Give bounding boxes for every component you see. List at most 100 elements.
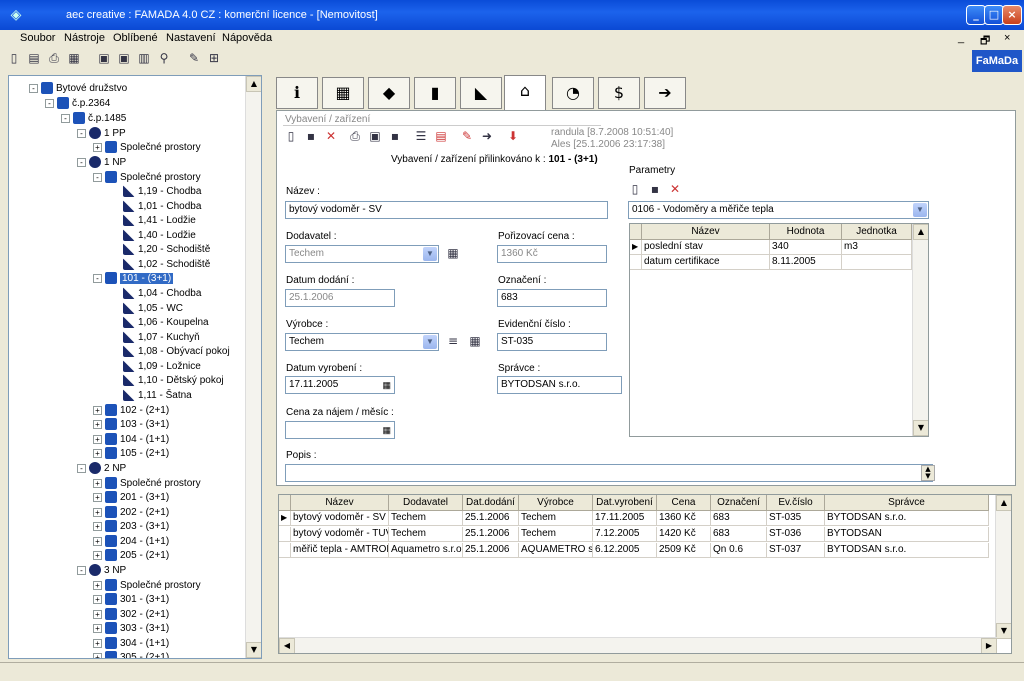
scroll-up-icon[interactable]: ▲ bbox=[246, 76, 261, 92]
list-header-cell[interactable]: Správce bbox=[825, 495, 989, 511]
menu-nastroje[interactable]: Nástroje bbox=[64, 32, 105, 44]
expand-icon[interactable]: + bbox=[93, 142, 102, 152]
list-icon[interactable]: ☰ bbox=[413, 128, 429, 144]
tree-node[interactable]: +102 - (2+1) bbox=[93, 404, 169, 418]
table-cell[interactable]: 25.1.2006 bbox=[463, 511, 519, 526]
tab-room[interactable]: ◣ bbox=[460, 77, 502, 109]
param-cell[interactable]: poslední stav bbox=[642, 240, 770, 255]
list-header-cell[interactable]: Cena bbox=[657, 495, 711, 511]
tree-node[interactable]: - 1 PP bbox=[77, 127, 126, 141]
nazev-field[interactable]: bytový vodoměr - SV bbox=[285, 201, 608, 219]
table-cell[interactable]: bytový vodoměr - TUV bbox=[291, 527, 389, 542]
tree-node[interactable]: +204 - (1+1) bbox=[93, 535, 169, 549]
oznaceni-field[interactable]: 683 bbox=[497, 289, 607, 307]
tree-node[interactable]: +202 - (2+1) bbox=[93, 506, 169, 520]
dodavatel-select[interactable]: Techem ▼ bbox=[285, 245, 439, 263]
table-cell[interactable]: Techem bbox=[519, 527, 593, 542]
tab-cube[interactable]: ◆ bbox=[368, 77, 410, 109]
chevron-down-icon[interactable]: ▼ bbox=[423, 247, 437, 261]
table-cell[interactable]: ST-036 bbox=[767, 527, 825, 542]
tree-node[interactable]: +305 - (2+1) bbox=[93, 651, 169, 658]
expand-icon[interactable]: + bbox=[93, 492, 102, 502]
datum-dodani-field[interactable]: 25.1.2006 bbox=[285, 289, 395, 307]
scroll-right-icon[interactable]: ▶ bbox=[981, 638, 997, 653]
param-header-nazev[interactable]: Název bbox=[642, 224, 770, 240]
expand-icon[interactable]: + bbox=[93, 580, 102, 590]
table-cell[interactable]: BYTODSAN bbox=[825, 527, 989, 542]
tree-node[interactable]: 1,09 - Ložnice bbox=[123, 360, 201, 374]
table-cell[interactable]: 25.1.2006 bbox=[463, 527, 519, 542]
list-header-cell[interactable]: Ev.číslo bbox=[767, 495, 825, 511]
menu-oblibene[interactable]: Oblíbené bbox=[113, 32, 158, 44]
expand-icon[interactable]: + bbox=[93, 507, 102, 517]
list-header-cell[interactable]: Označení bbox=[711, 495, 767, 511]
tree-scrollbar[interactable]: ▲ ▼ bbox=[245, 76, 261, 658]
tree-node[interactable]: +303 - (3+1) bbox=[93, 622, 169, 636]
popis-spin[interactable]: ▲ ▼ bbox=[921, 465, 935, 481]
new-record-icon[interactable]: ▯ bbox=[283, 128, 299, 144]
table-cell[interactable]: 6.12.2005 bbox=[593, 543, 657, 558]
tab-info[interactable]: ℹ bbox=[276, 77, 318, 109]
list-lines-icon[interactable]: ≡ bbox=[445, 333, 461, 349]
minimize-button[interactable]: _ bbox=[966, 5, 986, 25]
parametry-scrollbar[interactable]: ▲ ▼ bbox=[912, 224, 928, 436]
list-scrollbar[interactable]: ▲ ▼ bbox=[995, 495, 1011, 639]
mdi-close-icon[interactable]: × bbox=[1004, 32, 1010, 44]
expand-icon[interactable]: + bbox=[93, 419, 102, 429]
delete-icon[interactable]: ✕ bbox=[323, 128, 339, 144]
tab-chart[interactable]: ◔ bbox=[552, 77, 594, 109]
expand-icon[interactable]: + bbox=[93, 536, 102, 546]
table-cell[interactable]: ST-037 bbox=[767, 543, 825, 558]
tree-node[interactable]: - Bytové družstvo bbox=[29, 82, 127, 96]
table-cell[interactable]: ST-035 bbox=[767, 511, 825, 526]
list-hscrollbar[interactable]: ◀ ▶ bbox=[279, 637, 997, 653]
list-header-cell[interactable]: Dat.dodání bbox=[463, 495, 519, 511]
evidencni-field[interactable]: ST-035 bbox=[497, 333, 607, 351]
copy-icon[interactable]: ▣ bbox=[367, 128, 383, 144]
list-header-cell[interactable]: Výrobce bbox=[519, 495, 593, 511]
table-cell[interactable]: bytový vodoměr - SV bbox=[291, 511, 389, 526]
expand-icon[interactable]: + bbox=[93, 550, 102, 560]
table-cell[interactable]: 683 bbox=[711, 527, 767, 542]
tree-node[interactable]: 1,19 - Chodba bbox=[123, 185, 201, 199]
tree-node[interactable]: 1,05 - WC bbox=[123, 302, 183, 316]
param-cell[interactable] bbox=[842, 255, 912, 270]
collapse-icon[interactable]: - bbox=[77, 565, 86, 575]
expand-icon[interactable]: + bbox=[93, 594, 102, 604]
table-cell[interactable]: Techem bbox=[389, 511, 463, 526]
download-icon[interactable]: ⬇ bbox=[505, 128, 521, 144]
tree-node[interactable]: - č.p.2364 bbox=[45, 97, 110, 111]
expand-icon[interactable]: + bbox=[93, 623, 102, 633]
expand-icon[interactable]: + bbox=[93, 448, 102, 458]
collapse-icon[interactable]: - bbox=[45, 98, 54, 108]
tree-node[interactable]: 1,41 - Lodžie bbox=[123, 214, 196, 228]
vyrobce-select[interactable]: Techem ▼ bbox=[285, 333, 439, 351]
spravce-field[interactable]: BYTODSAN s.r.o. bbox=[497, 376, 622, 394]
table-cell[interactable]: 2509 Kč bbox=[657, 543, 711, 558]
tree-node[interactable]: 1,11 - Šatna bbox=[123, 389, 192, 403]
tree-node[interactable]: +203 - (3+1) bbox=[93, 520, 169, 534]
tree-node[interactable]: +205 - (2+1) bbox=[93, 549, 169, 563]
close-button[interactable]: × bbox=[1002, 5, 1022, 25]
equipment-list[interactable]: Název Dodavatel Dat.dodání Výrobce Dat.vyrob… bbox=[278, 494, 1012, 654]
table-cell[interactable]: 17.11.2005 bbox=[593, 511, 657, 526]
tree-node[interactable]: 1,01 - Chodba bbox=[123, 200, 201, 214]
object-tree[interactable]: - Bytové družstvo - č.p.2364- č.p.1485-1 PP +… bbox=[8, 75, 262, 659]
panel-splitter[interactable] bbox=[262, 75, 272, 659]
print-icon[interactable]: ⎙ bbox=[46, 50, 62, 66]
list-header-cell[interactable]: Dat.vyrobení bbox=[593, 495, 657, 511]
new-icon[interactable]: ▯ bbox=[6, 50, 22, 66]
list-header-cell[interactable]: Název bbox=[291, 495, 389, 511]
scroll-down-icon[interactable]: ▼ bbox=[246, 642, 261, 658]
collapse-icon[interactable]: - bbox=[93, 273, 102, 283]
tree-node[interactable]: - 3 NP bbox=[77, 564, 126, 578]
list-header-cell[interactable]: Dodavatel bbox=[389, 495, 463, 511]
scroll-down-icon[interactable]: ▼ bbox=[913, 420, 928, 436]
tree-node[interactable]: - č.p.1485 bbox=[61, 112, 126, 126]
save-icon[interactable]: ▪ bbox=[303, 128, 319, 144]
tree-node[interactable]: 1,06 - Koupelna bbox=[123, 316, 209, 330]
calculator-icon[interactable]: ▦ bbox=[382, 422, 391, 438]
scroll-up-icon[interactable]: ▲ bbox=[913, 224, 928, 240]
vyrobce-detail-icon[interactable]: ▦ bbox=[467, 333, 483, 349]
table-cell[interactable]: Aquametro s.r.o. bbox=[389, 543, 463, 558]
